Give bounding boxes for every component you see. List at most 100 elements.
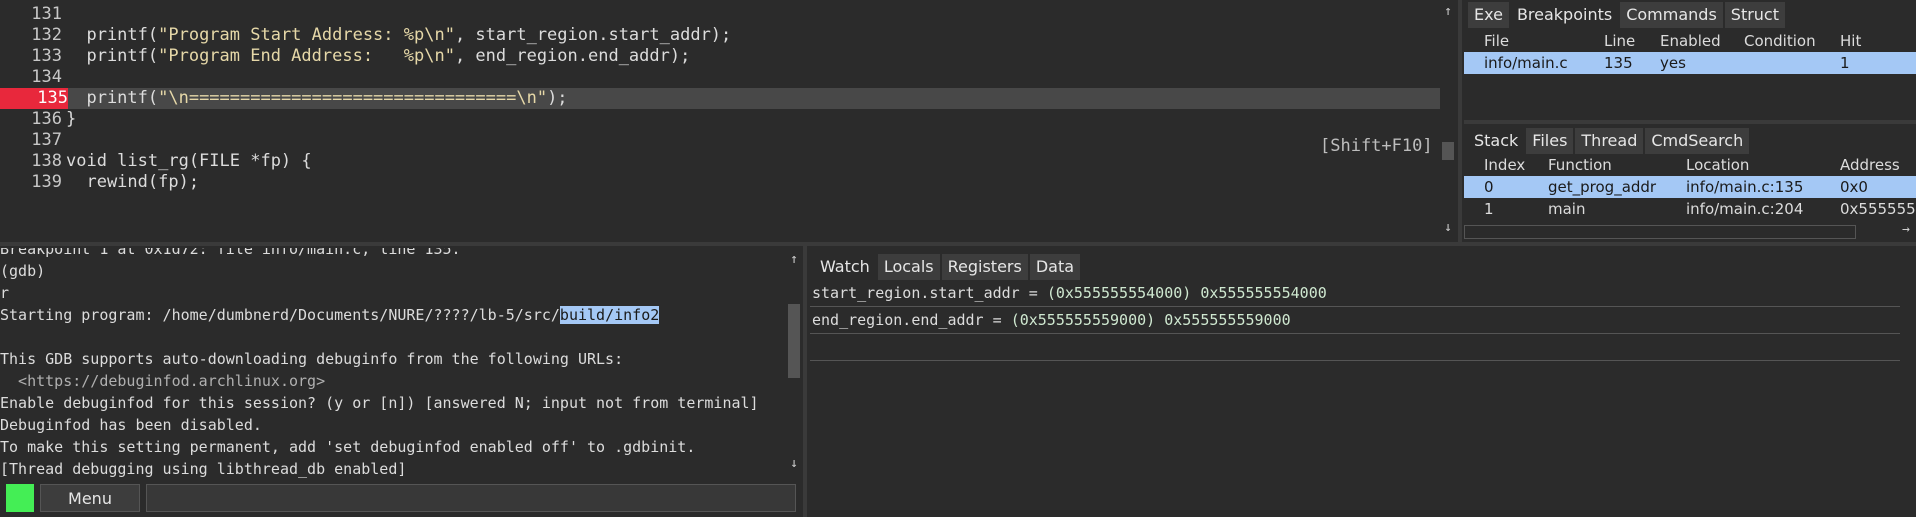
frame-index: 1 — [1484, 200, 1494, 218]
scroll-up-icon[interactable]: ↑ — [786, 252, 802, 267]
current-source-line[interactable]: 135 printf("\n==========================… — [0, 88, 1440, 109]
line-number[interactable]: 138 — [0, 151, 62, 172]
source-code-pane[interactable]: 131 132 printf("Program Start Address: %p… — [0, 0, 1440, 240]
tab-data[interactable]: Data — [1029, 254, 1081, 280]
watch-row[interactable]: end_region.end_addr = (0x555555559000) 0… — [810, 307, 1900, 334]
breakpoints-panel: Exe Breakpoints Commands Struct File Line E… — [1464, 0, 1916, 120]
line-number[interactable]: 136 — [0, 109, 62, 130]
breakpoints-header: File Line Enabled Condition Hit — [1464, 30, 1916, 52]
tab-thread[interactable]: Thread — [1575, 128, 1644, 154]
watch-panel: Watch Locals Registers Data start_region.st… — [810, 252, 1916, 517]
code-token: printf( — [66, 25, 159, 45]
col-line[interactable]: Line — [1604, 30, 1635, 52]
col-file[interactable]: File — [1484, 30, 1509, 52]
tab-registers[interactable]: Registers — [941, 254, 1028, 280]
source-line[interactable]: 132 printf("Program Start Address: %p\n"… — [0, 25, 1440, 46]
col-enabled[interactable]: Enabled — [1660, 30, 1721, 52]
source-line[interactable]: 139 rewind(fp); — [0, 172, 1440, 193]
breakpoint-file: info/main.c — [1484, 54, 1568, 72]
watch-new-entry-row[interactable] — [810, 334, 1900, 361]
breakpoint-line: 135 — [1604, 54, 1633, 72]
breakpoint-row[interactable]: info/main.c 135 yes 1 — [1464, 52, 1916, 74]
console-line: This GDB supports auto-downloading debug… — [0, 350, 624, 368]
pane-divider[interactable] — [0, 242, 1916, 246]
console-scrollbar[interactable]: ↑ ↓ — [786, 248, 802, 478]
console-line: <https://debuginfod.archlinux.org> — [0, 372, 326, 390]
col-condition[interactable]: Condition — [1744, 30, 1816, 52]
watch-row[interactable]: start_region.start_addr = (0x55555555400… — [810, 280, 1900, 307]
source-code-text: } — [66, 109, 76, 130]
breakpoint-line-marker[interactable]: 135 — [0, 88, 68, 109]
col-address[interactable]: Address — [1840, 154, 1900, 176]
source-line[interactable]: 133 printf("Program End Address: %p\n", … — [0, 46, 1440, 67]
console-line: r — [0, 284, 10, 302]
scroll-down-icon[interactable]: ↓ — [1440, 220, 1456, 235]
scroll-up-icon[interactable]: ↑ — [1440, 4, 1456, 19]
code-token: void list_rg(FILE *fp) { — [66, 151, 312, 171]
console-line: Breakpoint 1 at 0x1d72: file info/main.c… — [0, 248, 461, 258]
pane-divider[interactable] — [1464, 120, 1916, 124]
watch-expression: end_region.end_addr = — [812, 311, 1011, 329]
stack-frame-row[interactable]: 1 main info/main.c:204 0x5555555 — [1464, 198, 1916, 220]
source-code-text: rewind(fp); — [66, 172, 199, 193]
stack-panel: Stack Files Thread CmdSearch Index Function… — [1464, 126, 1916, 240]
pane-divider[interactable] — [1458, 0, 1462, 244]
tab-watch[interactable]: Watch — [814, 254, 876, 280]
tab-exe[interactable]: Exe — [1468, 2, 1509, 28]
menu-button[interactable]: Menu — [40, 484, 140, 512]
tab-struct[interactable]: Struct — [1724, 2, 1785, 28]
breakpoint-hit: 1 — [1840, 54, 1850, 72]
scroll-down-icon[interactable]: ↓ — [786, 456, 802, 471]
col-index[interactable]: Index — [1484, 154, 1525, 176]
col-hit[interactable]: Hit — [1840, 30, 1861, 52]
stack-frame-row[interactable]: 0 get_prog_addr info/main.c:135 0x0 — [1464, 176, 1916, 198]
code-token: , end_region.end_addr); — [454, 46, 691, 66]
tab-files[interactable]: Files — [1526, 128, 1574, 154]
frame-address: 0x5555555 — [1840, 200, 1916, 218]
line-number[interactable]: 132 — [0, 25, 62, 46]
source-code-text: printf("\n==============================… — [66, 88, 567, 109]
code-token: "\n================================\n" — [158, 88, 548, 108]
frame-location: info/main.c:135 — [1686, 178, 1804, 196]
code-token: "Program Start Address: %p\n" — [158, 25, 455, 45]
gdb-console[interactable]: Breakpoint 1 at 0x1d72: file info/main.c… — [0, 248, 790, 478]
source-code-text: printf("Program Start Address: %p\n", st… — [66, 25, 731, 46]
col-location[interactable]: Location — [1686, 154, 1749, 176]
line-number[interactable]: 131 — [0, 4, 62, 25]
tab-commands[interactable]: Commands — [1620, 2, 1723, 28]
console-scroll-thumb[interactable] — [788, 304, 800, 378]
source-line[interactable]: 138 void list_rg(FILE *fp) { — [0, 151, 1440, 172]
console-text: Starting program: /home/dumbnerd/Documen… — [0, 306, 560, 324]
pane-divider[interactable] — [803, 246, 807, 517]
console-line: [Thread debugging using libthread_db ena… — [0, 460, 407, 478]
code-token: , start_region.start_addr); — [454, 25, 732, 45]
frame-location: info/main.c:204 — [1686, 200, 1804, 218]
source-line[interactable]: 134 — [0, 67, 1440, 88]
source-line[interactable]: 136} — [0, 109, 1440, 130]
source-line[interactable]: 137 — [0, 130, 1440, 151]
tab-stack[interactable]: Stack — [1468, 128, 1525, 154]
watch-tabbar: Watch Locals Registers Data — [810, 252, 1081, 280]
selected-text[interactable]: build/info2 — [559, 306, 660, 324]
tab-breakpoints[interactable]: Breakpoints — [1510, 2, 1619, 28]
gdb-command-input[interactable] — [146, 484, 796, 512]
source-scroll-thumb[interactable] — [1442, 142, 1454, 160]
running-status-indicator — [6, 484, 34, 512]
line-number[interactable]: 139 — [0, 172, 62, 193]
code-token: "Program End Address: %p\n" — [158, 46, 455, 66]
line-number[interactable]: 137 — [0, 130, 62, 151]
line-number[interactable]: 134 — [0, 67, 62, 88]
source-line[interactable]: 131 — [0, 4, 1440, 25]
breakpoint-enabled: yes — [1660, 54, 1686, 72]
tab-locals[interactable]: Locals — [877, 254, 940, 280]
source-scrollbar[interactable]: ↑ ↓ — [1440, 0, 1456, 240]
stack-hscrollbar[interactable] — [1464, 225, 1856, 239]
frame-function: main — [1548, 200, 1586, 218]
stack-tabbar: Stack Files Thread CmdSearch — [1464, 126, 1750, 154]
line-number[interactable]: 133 — [0, 46, 62, 67]
tab-cmdsearch[interactable]: CmdSearch — [1645, 128, 1750, 154]
frame-index: 0 — [1484, 178, 1494, 196]
scroll-right-icon[interactable]: → — [1902, 222, 1910, 237]
console-line: To make this setting permanent, add 'set… — [0, 438, 696, 456]
col-function[interactable]: Function — [1548, 154, 1612, 176]
